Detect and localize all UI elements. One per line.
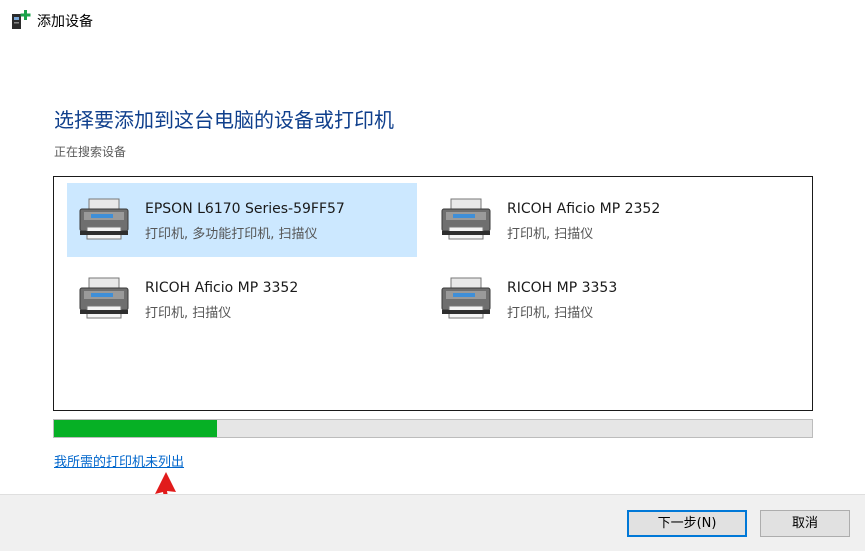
device-item-ricoh-aficio-mp-3352[interactable]: RICOH Aficio MP 3352 打印机, 扫描仪 [67, 262, 417, 336]
printer-icon [441, 198, 491, 240]
device-type: 打印机, 扫描仪 [507, 227, 594, 242]
dialog-footer: 下一步(N) 取消 [0, 494, 865, 551]
device-type: 打印机, 扫描仪 [145, 306, 232, 321]
next-button[interactable]: 下一步(N) [627, 510, 747, 537]
device-type: 打印机, 多功能打印机, 扫描仪 [145, 227, 318, 242]
device-item-ricoh-mp-2352[interactable]: RICOH Aficio MP 2352 打印机, 扫描仪 [429, 183, 779, 257]
progress-fill [54, 420, 217, 437]
printer-icon [79, 277, 129, 319]
title-bar: 添加设备 [0, 0, 865, 40]
search-status-text: 正在搜索设备 [54, 145, 127, 159]
page-heading: 选择要添加到这台电脑的设备或打印机 [54, 108, 394, 132]
device-list[interactable]: EPSON L6170 Series-59FF57 打印机, 多功能打印机, 扫… [53, 176, 813, 411]
device-item-epson-l6170[interactable]: EPSON L6170 Series-59FF57 打印机, 多功能打印机, 扫… [67, 183, 417, 257]
cancel-button[interactable]: 取消 [760, 510, 850, 537]
device-name: EPSON L6170 Series-59FF57 [145, 201, 345, 217]
add-device-printer-icon [12, 10, 31, 29]
device-name: RICOH Aficio MP 2352 [507, 201, 661, 217]
printer-icon [441, 277, 491, 319]
search-progress-bar [53, 419, 813, 438]
device-type: 打印机, 扫描仪 [507, 306, 594, 321]
printer-icon [79, 198, 129, 240]
device-item-ricoh-mp-3353[interactable]: RICOH MP 3353 打印机, 扫描仪 [429, 262, 779, 336]
window-title: 添加设备 [37, 14, 93, 30]
device-name: RICOH Aficio MP 3352 [145, 280, 299, 296]
device-name: RICOH MP 3353 [507, 280, 618, 296]
